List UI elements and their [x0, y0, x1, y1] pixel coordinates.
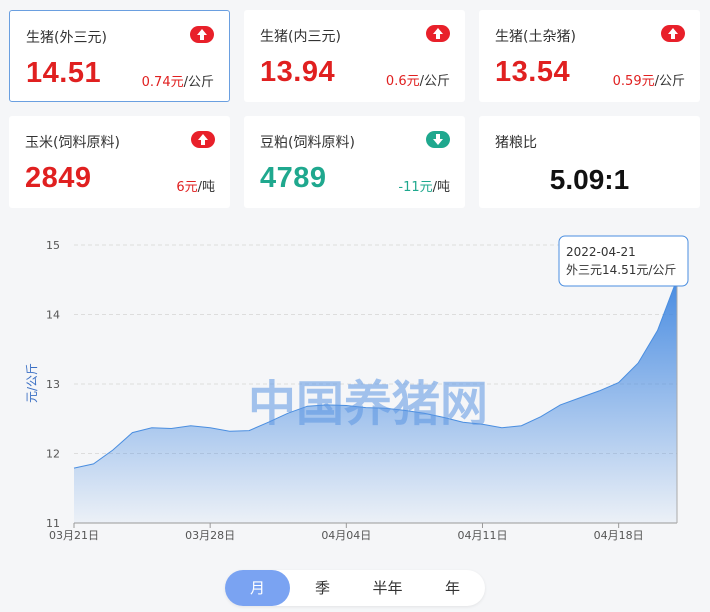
card-unit: /公斤: [419, 74, 450, 89]
price-card-corn[interactable]: 玉米(饲料原料) 2849 6元/吨: [9, 116, 230, 208]
card-price: 13.94: [260, 56, 336, 88]
x-tick-label: 04月11日: [457, 529, 507, 542]
price-card-waisanyuan[interactable]: 生猪(外三元) 14.51 0.74元/公斤: [9, 10, 230, 102]
card-name: 生猪(外三元): [26, 30, 107, 46]
y-tick-label: 13: [46, 378, 60, 391]
up-arrow-icon: [190, 26, 214, 43]
card-unit: /吨: [197, 180, 215, 195]
card-change: 0.74元: [141, 75, 184, 90]
tab-month[interactable]: 月: [225, 570, 290, 606]
card-name: 生猪(内三元): [260, 29, 341, 45]
x-tick-label: 03月21日: [49, 529, 99, 542]
tooltip-value: 外三元14.51元/公斤: [566, 263, 676, 277]
card-name: 豆粕(饲料原料): [260, 135, 355, 151]
price-card-tuzazhu[interactable]: 生猪(土杂猪) 13.54 0.59元/公斤: [479, 10, 700, 102]
chart-tooltip: 2022-04-21 外三元14.51元/公斤: [558, 235, 689, 287]
card-unit: /吨: [432, 180, 450, 195]
card-name: 猪粮比: [495, 135, 537, 151]
up-arrow-icon: [661, 25, 685, 42]
x-tick-label: 04月04日: [321, 529, 371, 542]
y-tick-label: 15: [46, 239, 60, 252]
price-trend-chart[interactable]: 中国养猪网 11 12 13 14 15 03月21日 03月28日 04月04日 04月11…: [0, 225, 710, 555]
card-change: 0.59元: [612, 74, 655, 89]
y-tick-label: 14: [46, 309, 60, 322]
card-price: 14.51: [26, 57, 102, 89]
card-name: 生猪(土杂猪): [495, 29, 576, 45]
price-card-neisanyuan[interactable]: 生猪(内三元) 13.94 0.6元/公斤: [244, 10, 465, 102]
x-tick-label: 04月18日: [594, 529, 644, 542]
card-price: 2849: [25, 162, 92, 194]
tab-year[interactable]: 年: [420, 570, 485, 606]
y-axis-label: 元/公斤: [25, 363, 39, 403]
up-arrow-icon: [191, 131, 215, 148]
up-arrow-icon: [426, 25, 450, 42]
price-card-soybean-meal[interactable]: 豆粕(饲料原料) 4789 -11元/吨: [244, 116, 465, 208]
tab-quarter[interactable]: 季: [290, 570, 355, 606]
card-price: 13.54: [495, 56, 571, 88]
card-change: 6元: [176, 180, 198, 195]
down-arrow-icon: [426, 131, 450, 148]
tooltip-date: 2022-04-21: [566, 245, 636, 259]
card-unit: /公斤: [654, 74, 685, 89]
period-tabs: 月 季 半年 年: [225, 570, 485, 606]
tab-half-year[interactable]: 半年: [355, 570, 420, 606]
card-price: 4789: [260, 162, 327, 194]
y-tick-label: 12: [46, 448, 60, 461]
ratio-value: 5.09:1: [549, 164, 630, 195]
pig-grain-ratio-card[interactable]: 猪粮比 5.09:1: [479, 116, 700, 208]
card-change: 0.6元: [385, 74, 420, 89]
watermark-text: 中国养猪网: [248, 376, 488, 432]
card-unit: /公斤: [183, 75, 214, 90]
x-tick-label: 03月28日: [185, 529, 235, 542]
card-name: 玉米(饲料原料): [25, 135, 120, 151]
card-change: -11元: [398, 180, 433, 195]
